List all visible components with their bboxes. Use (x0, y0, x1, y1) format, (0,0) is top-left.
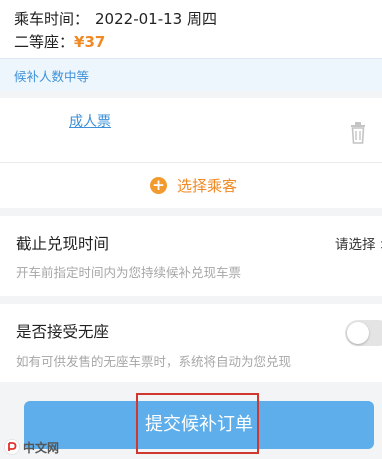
seat-price: ¥37 (74, 33, 106, 51)
waitlist-notice-bar: 候补人数中等 (0, 58, 382, 91)
trip-date: 2022-01-13 周四 (95, 10, 217, 28)
watermark-text: 中文网 (23, 440, 60, 455)
select-passenger-label: 选择乘客 (177, 176, 238, 195)
no-seat-toggle[interactable] (345, 320, 382, 346)
seat-label: 二等座： (14, 33, 75, 51)
seat-row: 二等座：¥37 (14, 31, 105, 52)
trash-icon[interactable] (349, 122, 367, 144)
waitlist-notice-text: 候补人数中等 (14, 69, 90, 84)
deadline-select[interactable]: 请选择 > (335, 233, 382, 253)
trip-time-row: 乘车时间： 2022-01-13 周四 (14, 8, 217, 29)
deadline-title: 截止兑现时间 (16, 235, 110, 253)
no-seat-card: 是否接受无座 如有可供发售的无座车票时，系统将自动为您兑现 (0, 304, 382, 382)
watermark: 中文网 (4, 438, 59, 456)
submit-waitlist-order-button[interactable]: 提交候补订单 (24, 401, 374, 449)
select-passenger-button[interactable]: + 选择乘客 (150, 174, 237, 196)
php-logo-icon (4, 439, 20, 455)
divider (0, 162, 382, 163)
no-seat-title: 是否接受无座 (16, 323, 110, 341)
deadline-card: 截止兑现时间 请选择 > 开车前指定时间内为您持续候补兑现车票 (0, 216, 382, 296)
trip-time-label: 乘车时间： (14, 10, 90, 28)
no-seat-description: 如有可供发售的无座车票时，系统将自动为您兑现 (16, 354, 292, 369)
deadline-description: 开车前指定时间内为您持续候补兑现车票 (16, 265, 242, 280)
trip-info-card: 乘车时间： 2022-01-13 周四 二等座：¥37 (0, 0, 382, 58)
adult-ticket-link[interactable]: 成人票 (69, 111, 111, 131)
passenger-card: 成人票 + 选择乘客 (0, 98, 382, 208)
toggle-knob (347, 322, 369, 344)
plus-circle-icon: + (150, 176, 167, 194)
submit-button-label: 提交候补订单 (145, 414, 253, 435)
